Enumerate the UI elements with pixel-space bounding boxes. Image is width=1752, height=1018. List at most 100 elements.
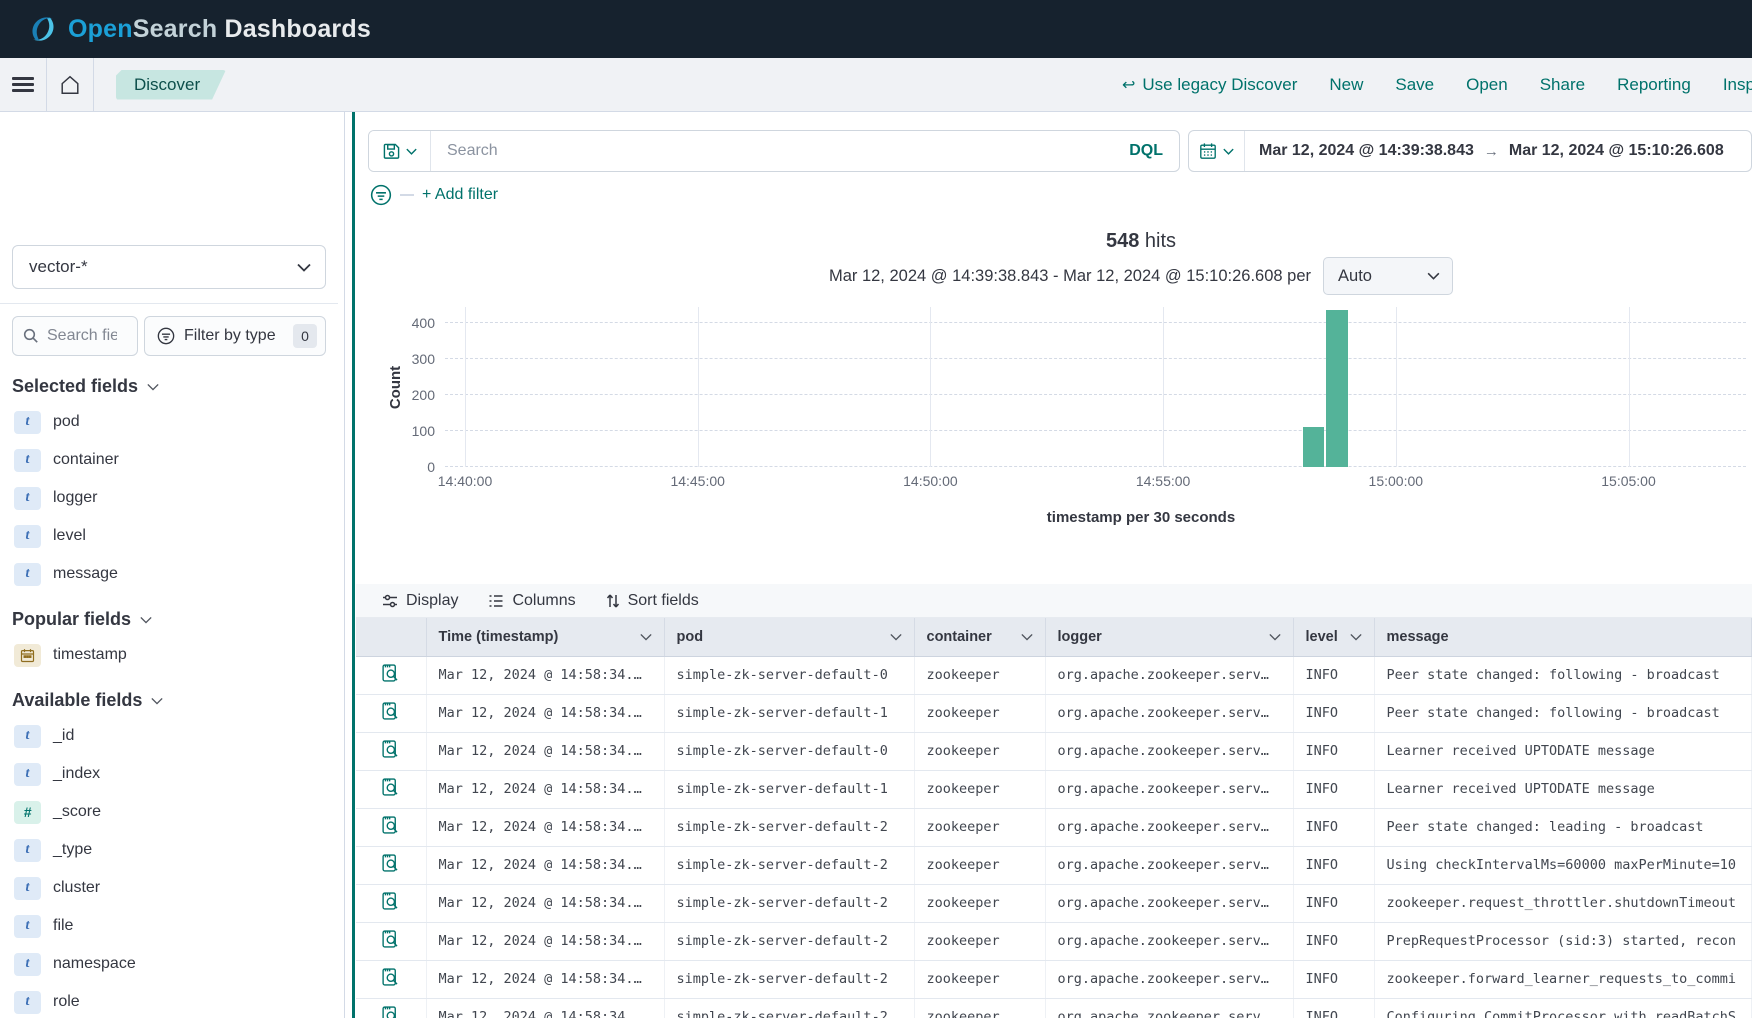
search-input[interactable] [431,142,1113,160]
field-item-_index[interactable]: t_index [12,759,326,789]
cell-level: INFO [1293,770,1374,808]
start-date-button[interactable]: Mar 12, 2024 @ 14:39:38.843 [1259,142,1474,160]
cell-level: INFO [1293,922,1374,960]
field-search-input[interactable] [47,327,117,345]
field-item-message[interactable]: tmessage [12,559,326,589]
nav-link-new[interactable]: New [1329,75,1363,95]
nav-link-open[interactable]: Open [1466,75,1508,95]
y-gridline [445,358,1746,359]
columns-button[interactable]: Columns [488,592,575,610]
display-label: Display [406,592,458,610]
table-header-row: Time (timestamp)podcontainerloggerlevelm… [356,618,1752,656]
saved-queries-button[interactable] [369,131,431,171]
inspect-document-button[interactable] [356,656,426,694]
field-item-_id[interactable]: t_id [12,721,326,751]
field-item-pod[interactable]: tpod [12,407,326,437]
inspect-document-button[interactable] [356,770,426,808]
index-pattern-select[interactable]: vector-* [12,245,326,289]
field-name: _type [53,841,92,859]
display-button[interactable]: Display [382,592,458,610]
field-item-_score[interactable]: #_score [12,797,326,827]
field-item-timestamp[interactable]: timestamp [12,640,326,670]
filter-dash [400,194,414,196]
cell-container: zookeeper [914,846,1045,884]
filter-set-icon[interactable] [370,184,392,206]
cell-time: Mar 12, 2024 @ 14:58:34.… [426,770,664,808]
y-gridline [445,322,1746,323]
navbar: Discover ↩Use legacy Discover New Save Open… [0,58,1752,112]
add-filter-button[interactable]: + Add filter [422,186,498,204]
column-header-pod[interactable]: pod [664,618,914,656]
field-item-_type[interactable]: t_type [12,835,326,865]
column-header-container[interactable]: container [914,618,1045,656]
field-item-role[interactable]: trole [12,987,326,1017]
histogram-bar-14:58:00[interactable] [1303,427,1325,467]
section-toggle-popular-fields[interactable]: Popular fields [12,609,326,630]
nav-link-use-legacy-discover[interactable]: ↩Use legacy Discover [1122,75,1297,95]
inspect-document-button[interactable] [356,922,426,960]
field-item-container[interactable]: tcontainer [12,445,326,475]
app-title: OpenSearch Dashboards [68,15,371,44]
inspect-document-button[interactable] [356,694,426,732]
section-toggle-available-fields[interactable]: Available fields [12,690,326,711]
undo-icon: ↩ [1122,75,1135,95]
field-item-namespace[interactable]: tnamespace [12,949,326,979]
field-sections: Selected fields tpod tcontainer tlogger tlev… [12,376,326,1017]
main-content: DQL Mar 12, 2024 @ 14:39:38.843 → Mar 12… [356,112,1752,1018]
cell-time: Mar 12, 2024 @ 14:58:34.… [426,922,664,960]
inspect-document-button[interactable] [356,998,426,1018]
table-row: Mar 12, 2024 @ 14:58:34.…simple-zk-serve… [356,846,1752,884]
cell-logger: org.apache.zookeeper.serv… [1045,770,1293,808]
section-toggle-selected-fields[interactable]: Selected fields [12,376,326,397]
x-gridline [930,307,931,467]
filter-by-type-button[interactable]: Filter by type 0 [144,316,326,356]
results-table: Time (timestamp)podcontainerloggerlevelm… [356,618,1752,1018]
sidebar-resizer[interactable] [352,112,355,1018]
chevron-down-icon [140,616,152,624]
interval-select[interactable]: Auto [1323,257,1453,295]
inspect-document-button[interactable] [356,960,426,998]
column-header-logger[interactable]: logger [1045,618,1293,656]
search-icon [23,328,39,344]
cell-pod: simple-zk-server-default-2 [664,808,914,846]
histogram-bar-14:58:30[interactable] [1326,310,1348,467]
inspect-document-button[interactable] [356,808,426,846]
chart-plot-area[interactable]: 010020030040014:40:0014:45:0014:50:0014:… [445,307,1746,467]
quick-select-button[interactable] [1189,131,1245,171]
inspect-document-button[interactable] [356,846,426,884]
table-row: Mar 12, 2024 @ 14:58:34.…simple-zk-serve… [356,770,1752,808]
cell-message: Learner received UPTODATE message [1374,770,1752,808]
column-header-time-timestamp-[interactable]: Time (timestamp) [426,618,664,656]
home-button[interactable] [47,58,93,111]
field-item-logger[interactable]: tlogger [12,483,326,513]
breadcrumb-discover[interactable]: Discover [116,70,226,100]
end-date-button[interactable]: Mar 12, 2024 @ 15:10:26.608 [1509,142,1724,160]
sort-fields-button[interactable]: Sort fields [606,592,699,610]
field-item-file[interactable]: tfile [12,911,326,941]
filter-icon [157,327,175,345]
nav-link-reporting[interactable]: Reporting [1617,75,1691,95]
table-row: Mar 12, 2024 @ 14:58:34.…simple-zk-serve… [356,960,1752,998]
nav-link-share[interactable]: Share [1540,75,1585,95]
field-item-level[interactable]: tlevel [12,521,326,551]
column-header-message[interactable]: message [1374,618,1752,656]
cell-level: INFO [1293,884,1374,922]
inspect-document-icon [382,702,399,721]
menu-button[interactable] [0,58,46,111]
inspect-document-button[interactable] [356,884,426,922]
inspect-document-button[interactable] [356,732,426,770]
x-gridline [465,307,466,467]
field-item-cluster[interactable]: tcluster [12,873,326,903]
column-header-level[interactable]: level [1293,618,1374,656]
nav-link-save[interactable]: Save [1395,75,1434,95]
chevron-down-icon [890,633,902,641]
table-row: Mar 12, 2024 @ 14:58:34.…simple-zk-serve… [356,732,1752,770]
cell-logger: org.apache.zookeeper.serv… [1045,884,1293,922]
nav-link-inspect[interactable]: Inspect [1723,75,1752,95]
field-name: _id [53,727,74,745]
divider [0,303,338,304]
dql-button[interactable]: DQL [1113,142,1179,160]
cell-time: Mar 12, 2024 @ 14:58:34.… [426,960,664,998]
cell-logger: org.apache.zookeeper.serv… [1045,846,1293,884]
cell-pod: simple-zk-server-default-2 [664,884,914,922]
